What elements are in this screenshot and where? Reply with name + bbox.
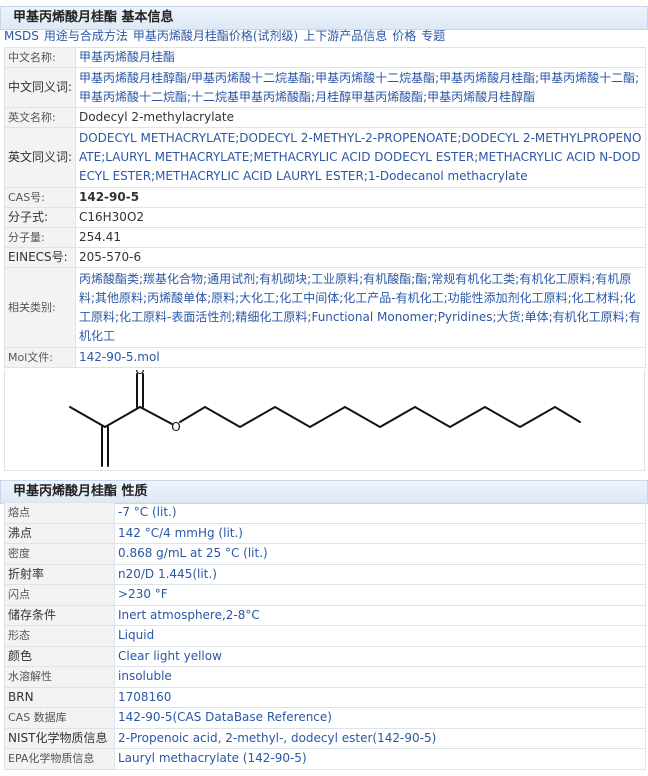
prop-row: 密度 0.868 g/mL at 25 °C (lit.) <box>4 543 646 565</box>
carbonyl-bond <box>104 406 141 428</box>
value-en-syn[interactable]: DODECYL METHACRYLATE;DODECYL 2-METHYL-2-… <box>75 127 646 188</box>
row-formula: 分子式: C16H30O2 <box>4 207 646 228</box>
prop-value: 2-Propenoic acid, 2-methyl-, dodecyl est… <box>114 727 646 749</box>
link-price[interactable]: 价格 <box>392 29 416 43</box>
prop-row: 沸点 142 °C/4 mmHg (lit.) <box>4 522 646 544</box>
dodecyl-chain <box>179 405 581 429</box>
row-cn-syn: 中文同义词: 甲基丙烯酸月桂醇酯/甲基丙烯酸十二烷基酯;甲基丙烯酸十二烷基酯;甲… <box>4 67 646 108</box>
value-einecs: 205-570-6 <box>75 247 646 268</box>
prop-row: 折射率 n20/D 1.445(lit.) <box>4 563 646 585</box>
prop-row: NIST化学物质信息 2-Propenoic acid, 2-methyl-, d… <box>4 727 646 749</box>
prop-value: n20/D 1.445(lit.) <box>114 563 646 585</box>
link-topic[interactable]: 专题 <box>421 29 445 43</box>
prop-label: 闪点 <box>4 584 115 606</box>
link-msds[interactable]: MSDS <box>4 29 39 43</box>
prop-value: Inert atmosphere,2-8°C <box>114 604 646 626</box>
link-usage[interactable]: 用途与合成方法 <box>44 29 128 43</box>
row-cas: CAS号: 142-90-5 <box>4 187 646 208</box>
prop-row: 形态 Liquid <box>4 625 646 647</box>
prop-value: Liquid <box>114 625 646 647</box>
prop-value: 1708160 <box>114 686 646 708</box>
row-einecs: EINECS号: 205-570-6 <box>4 247 646 268</box>
prop-value: 142 °C/4 mmHg (lit.) <box>114 522 646 544</box>
prop-value: 142-90-5(CAS DataBase Reference) <box>114 707 646 729</box>
structure-image: O O <box>69 363 581 467</box>
prop-label: EPA化学物质信息 <box>4 748 115 770</box>
prop-row: 颜色 Clear light yellow <box>4 645 646 667</box>
value-cn-name[interactable]: 甲基丙烯酸月桂酯 <box>75 47 646 68</box>
atom-o-ester: O <box>171 420 180 434</box>
prop-label: 颜色 <box>4 645 115 667</box>
row-mw: 分子量: 254.41 <box>4 227 646 248</box>
prop-value: 0.868 g/mL at 25 °C (lit.) <box>114 543 646 565</box>
value-category[interactable]: 丙烯酸酯类;羰基化合物;通用试剂;有机砌块;工业原料;有机酸酯;酯;常规有机化工… <box>75 267 646 348</box>
basic-info-table: 中文名称: 甲基丙烯酸月桂酯 中文同义词: 甲基丙烯酸月桂醇酯/甲基丙烯酸十二烷… <box>4 47 646 368</box>
label-en-name: 英文名称: <box>4 107 76 128</box>
row-en-name: 英文名称: Dodecyl 2-methylacrylate <box>4 107 646 128</box>
atom-o-carbonyl: O <box>135 370 144 377</box>
link-price-reagent[interactable]: 甲基丙烯酸月桂酯价格(试剂级) <box>133 29 298 43</box>
label-cas: CAS号: <box>4 187 76 208</box>
row-en-syn: 英文同义词: DODECYL METHACRYLATE;DODECYL 2-ME… <box>4 127 646 188</box>
label-en-syn: 英文同义词: <box>4 127 76 188</box>
prop-label: 沸点 <box>4 522 115 544</box>
prop-value: Lauryl methacrylate (142-90-5) <box>114 748 646 770</box>
label-cn-syn: 中文同义词: <box>4 67 76 108</box>
value-cas: 142-90-5 <box>75 187 646 208</box>
prop-label: NIST化学物质信息 <box>4 727 115 749</box>
prop-label: 密度 <box>4 543 115 565</box>
mol-file-link[interactable]: 142-90-5.mol <box>75 347 646 368</box>
value-formula: C16H30O2 <box>75 207 646 228</box>
basic-info-links: MSDS 用途与合成方法 甲基丙烯酸月桂酯价格(试剂级) 上下游产品信息 价格 专题 <box>4 27 450 44</box>
link-updown-products[interactable]: 上下游产品信息 <box>303 29 387 43</box>
prop-row: 水溶解性 insoluble <box>4 666 646 688</box>
label-mw: 分子量: <box>4 227 76 248</box>
prop-value: Clear light yellow <box>114 645 646 667</box>
prop-row: 熔点 -7 °C (lit.) <box>4 502 646 524</box>
label-category: 相关类别: <box>4 267 76 348</box>
prop-label: 储存条件 <box>4 604 115 626</box>
prop-label: 折射率 <box>4 563 115 585</box>
prop-row: 储存条件 Inert atmosphere,2-8°C <box>4 604 646 626</box>
prop-value: -7 °C (lit.) <box>114 502 646 524</box>
prop-value: >230 °F <box>114 584 646 606</box>
structure-cell: O O <box>4 363 645 471</box>
prop-row: EPA化学物质信息 Lauryl methacrylate (142-90-5) <box>4 748 646 770</box>
label-mol: Mol文件: <box>4 347 76 368</box>
prop-row: 闪点 >230 °F <box>4 584 646 606</box>
row-category: 相关类别: 丙烯酸酯类;羰基化合物;通用试剂;有机砌块;工业原料;有机酸酯;酯;… <box>4 267 646 348</box>
row-mol: Mol文件: 142-90-5.mol <box>4 347 646 368</box>
prop-label: 水溶解性 <box>4 666 115 688</box>
prop-row: BRN 1708160 <box>4 686 646 708</box>
value-mw: 254.41 <box>75 227 646 248</box>
methyl-bond <box>69 406 106 428</box>
label-formula: 分子式: <box>4 207 76 228</box>
prop-label: 熔点 <box>4 502 115 524</box>
prop-label: 形态 <box>4 625 115 647</box>
prop-label: BRN <box>4 686 115 708</box>
label-cn-name: 中文名称: <box>4 47 76 68</box>
prop-row: CAS 数据库 142-90-5(CAS DataBase Reference) <box>4 707 646 729</box>
props-table: 熔点 -7 °C (lit.) 沸点 142 °C/4 mmHg (lit.) 密度 0.… <box>4 502 646 770</box>
prop-value: insoluble <box>114 666 646 688</box>
value-cn-syn[interactable]: 甲基丙烯酸月桂醇酯/甲基丙烯酸十二烷基酯;甲基丙烯酸十二烷基酯;甲基丙烯酸月桂酯… <box>75 67 646 108</box>
props-title: 甲基丙烯酸月桂酯 性质 <box>0 480 648 504</box>
label-einecs: EINECS号: <box>4 247 76 268</box>
value-en-name: Dodecyl 2-methylacrylate <box>75 107 646 128</box>
ester-bond <box>139 406 173 425</box>
row-cn-name: 中文名称: 甲基丙烯酸月桂酯 <box>4 47 646 68</box>
prop-label: CAS 数据库 <box>4 707 115 729</box>
